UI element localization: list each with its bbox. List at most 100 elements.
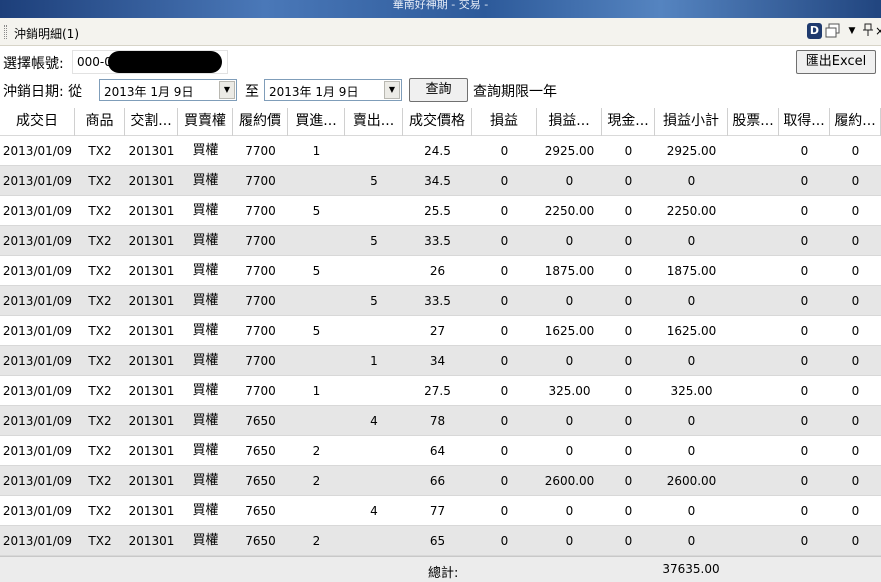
table-cell: 買權	[192, 383, 219, 398]
table-row[interactable]: 2013/01/09 TX2 201301 買權 7700 1 24.5 0 2925.00 0 2…	[0, 136, 881, 166]
table-row[interactable]: 2013/01/09 TX2 201301 買權 7700 5 25.5 0 2250.00 0 2…	[0, 196, 881, 226]
date-from-picker[interactable]: 2013年 1月 9日 ▼	[99, 79, 237, 101]
table-row[interactable]: 2013/01/09 TX2 201301 買權 7700 5 26 0 1875.00 0 187…	[0, 256, 881, 286]
table-row[interactable]: 2013/01/09 TX2 201301 買權 7650 2 64 0 0 0 0 0 0	[0, 436, 881, 466]
column-header[interactable]: 成交價格	[403, 108, 472, 136]
table-cell	[345, 376, 403, 406]
table-cell: 0	[687, 174, 696, 188]
table-row[interactable]: 2013/01/09 TX2 201301 買權 7700 5 34.5 0 0 0 0 0 0	[0, 166, 881, 196]
table-cell: TX2	[88, 354, 112, 368]
column-header[interactable]: 買賣權	[178, 108, 233, 136]
table-cell: 0	[500, 384, 509, 398]
column-header[interactable]: 履約價	[233, 108, 288, 136]
table-cell: 1875.00	[666, 264, 717, 278]
table-row[interactable]: 2013/01/09 TX2 201301 買權 7700 5 27 0 1625.00 0 162…	[0, 316, 881, 346]
table-cell	[288, 226, 345, 256]
column-header[interactable]: 損益...	[537, 108, 602, 136]
column-header[interactable]: 賣出...	[345, 108, 403, 136]
column-header[interactable]: 股票...	[728, 108, 779, 136]
close-icon[interactable]: ×	[875, 23, 881, 39]
table-cell: 0	[687, 504, 696, 518]
table-cell: 201301	[128, 414, 175, 428]
table-cell	[728, 316, 779, 346]
column-header[interactable]: 取得...	[779, 108, 830, 136]
column-header[interactable]: 成交日	[0, 108, 75, 136]
table-cell: 201301	[128, 474, 175, 488]
table-cell: 7650	[245, 474, 276, 488]
date-to-dropdown-icon[interactable]: ▼	[384, 81, 400, 99]
panel-header: 沖銷明細(1) D ▼ ×	[0, 18, 881, 46]
panel-grip-handle[interactable]	[4, 25, 7, 39]
table-cell: 0	[624, 354, 633, 368]
table-row[interactable]: 2013/01/09 TX2 201301 買權 7650 2 65 0 0 0 0 0 0	[0, 526, 881, 556]
table-row[interactable]: 2013/01/09 TX2 201301 買權 7650 4 78 0 0 0 0 0 0	[0, 406, 881, 436]
table-row[interactable]: 2013/01/09 TX2 201301 買權 7650 2 66 0 2600.00 0 260…	[0, 466, 881, 496]
export-excel-button[interactable]: 匯出Excel	[796, 50, 876, 74]
table-cell: 0	[851, 294, 860, 308]
table-cell: 5	[370, 234, 378, 248]
query-button[interactable]: 查詢	[409, 78, 468, 102]
table-cell	[728, 496, 779, 526]
table-cell: 5	[312, 264, 321, 278]
table-row[interactable]: 2013/01/09 TX2 201301 買權 7650 4 77 0 0 0 0 0 0	[0, 496, 881, 526]
pin-icon[interactable]	[862, 23, 874, 39]
table-row[interactable]: 2013/01/09 TX2 201301 買權 7700 5 33.5 0 0 0 0 0 0	[0, 226, 881, 256]
date-from-dropdown-icon[interactable]: ▼	[219, 81, 235, 99]
table-cell: 201301	[128, 354, 175, 368]
table-cell: 0	[500, 234, 509, 248]
table-cell: 0	[800, 444, 809, 458]
table-cell: 0	[851, 264, 860, 278]
total-value: 37635.00	[662, 562, 720, 576]
column-header[interactable]: 現金...	[602, 108, 655, 136]
column-header[interactable]: 履約...	[830, 108, 881, 136]
table-cell: 0	[565, 534, 574, 548]
table-cell: 7650	[245, 534, 276, 548]
table-cell: TX2	[88, 234, 112, 248]
date-to-picker[interactable]: 2013年 1月 9日 ▼	[264, 79, 402, 101]
table-cell: TX2	[88, 414, 112, 428]
table-cell: 0	[500, 534, 509, 548]
table-cell: TX2	[88, 294, 112, 308]
table-cell: 201301	[128, 384, 175, 398]
table-cell: 2013/01/09	[2, 264, 73, 278]
table-row[interactable]: 2013/01/09 TX2 201301 買權 7700 5 33.5 0 0 0 0 0 0	[0, 286, 881, 316]
window-copy-icon[interactable]	[825, 23, 841, 39]
table-cell	[728, 256, 779, 286]
table-cell: 0	[500, 264, 509, 278]
column-header[interactable]: 損益	[472, 108, 537, 136]
table-cell: 買權	[192, 143, 219, 158]
table-cell: 0	[624, 384, 633, 398]
table-cell: 買權	[192, 443, 219, 458]
column-header[interactable]: 損益小計	[655, 108, 728, 136]
total-label: 總計:	[428, 566, 459, 581]
table-cell	[288, 166, 345, 196]
table-row[interactable]: 2013/01/09 TX2 201301 買權 7700 1 27.5 0 325.00 0 32…	[0, 376, 881, 406]
table-cell: 34.5	[424, 174, 451, 188]
table-cell: 0	[800, 474, 809, 488]
table-cell: 買權	[192, 203, 219, 218]
table-cell: 1625.00	[666, 324, 717, 338]
panel-dropdown-icon[interactable]: ▼	[846, 23, 858, 39]
table-cell: 0	[624, 414, 633, 428]
table-cell: 0	[624, 204, 633, 218]
table-cell: 2925.00	[666, 144, 717, 158]
column-header[interactable]: 商品	[75, 108, 125, 136]
column-header[interactable]: 交割...	[125, 108, 178, 136]
table-cell: 2925.00	[544, 144, 595, 158]
table-cell: 0	[624, 534, 633, 548]
table-cell	[345, 436, 403, 466]
table-cell: 325.00	[670, 384, 713, 398]
table-cell: 買權	[192, 503, 219, 518]
table-cell: TX2	[88, 534, 112, 548]
table-row[interactable]: 2013/01/09 TX2 201301 買權 7700 1 34 0 0 0 0 0 0	[0, 346, 881, 376]
table-cell: 201301	[128, 444, 175, 458]
table-cell: 201301	[128, 294, 175, 308]
table-cell: 2	[312, 474, 321, 488]
table-cell	[288, 496, 345, 526]
table-cell: 7650	[245, 504, 276, 518]
table-cell: TX2	[88, 324, 112, 338]
d-app-icon[interactable]: D	[807, 23, 822, 39]
table-cell: 2013/01/09	[2, 174, 73, 188]
table-cell: 7700	[245, 294, 276, 308]
column-header[interactable]: 買進...	[288, 108, 345, 136]
